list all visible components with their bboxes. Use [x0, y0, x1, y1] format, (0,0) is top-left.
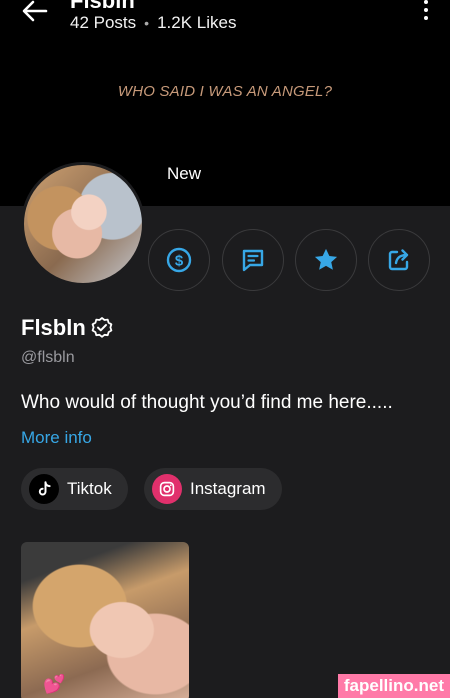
back-button[interactable] [18, 0, 52, 26]
favorite-button[interactable] [295, 229, 357, 291]
media-thumbnail[interactable]: 💕 [21, 542, 189, 698]
header-title: Flsbln [70, 0, 135, 13]
tiktok-label: Tiktok [67, 479, 112, 498]
instagram-link[interactable]: Instagram [144, 468, 282, 510]
svg-text:$: $ [175, 253, 184, 270]
cover-caption: WHO SAID I WAS AN ANGEL? [117, 83, 333, 100]
arrow-left-icon [22, 0, 48, 22]
instagram-icon [152, 474, 182, 504]
profile-bio: Who would of thought you’d find me here.… [21, 392, 393, 413]
instagram-label: Instagram [190, 479, 266, 498]
message-icon [242, 249, 264, 272]
tip-button[interactable]: $ [148, 229, 210, 291]
watermark: fapellino.net [337, 674, 450, 698]
share-button[interactable] [368, 229, 430, 291]
verified-icon [91, 317, 113, 338]
action-buttons: $ [0, 229, 450, 291]
tiktok-link[interactable]: Tiktok [21, 468, 128, 510]
profile-handle: @flsbln [21, 349, 75, 366]
posts-count: 42 Posts [70, 13, 137, 32]
heart-sticker-icon: 💕 [43, 674, 66, 694]
likes-count: 1.2K Likes [157, 13, 237, 32]
profile-name-row: Flsbln [21, 315, 114, 341]
share-icon [388, 249, 409, 271]
more-info-link[interactable]: More info [21, 428, 92, 448]
profile-stats: 42 Posts • 1.2K Likes [70, 13, 236, 33]
stats-separator: • [144, 15, 150, 31]
new-label: New [167, 164, 202, 183]
more-options-icon[interactable] [420, 0, 432, 22]
message-button[interactable] [222, 229, 284, 291]
dollar-icon: $ [166, 247, 192, 273]
tiktok-icon [29, 474, 59, 504]
star-icon [314, 248, 338, 270]
profile-name: Flsbln [21, 315, 86, 340]
